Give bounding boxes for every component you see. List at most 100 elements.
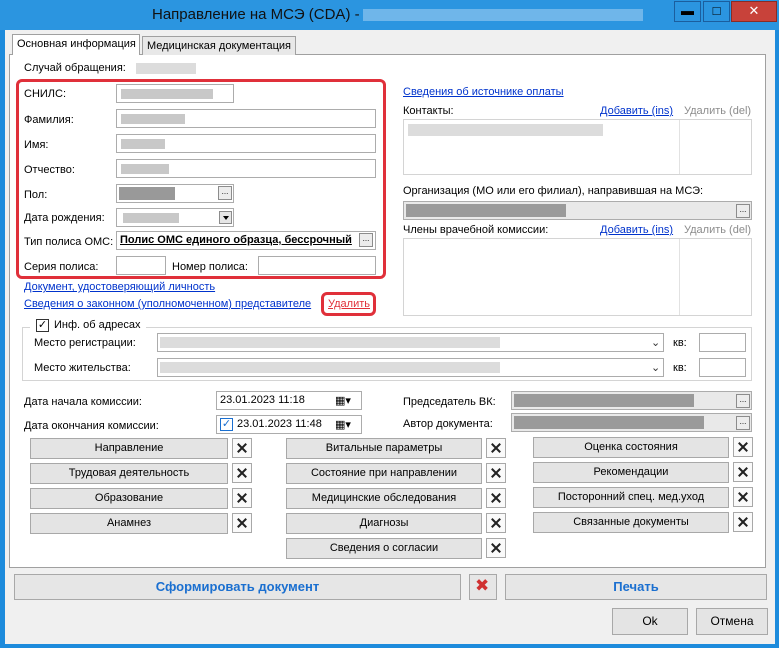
section-clear-examinations-icon[interactable] — [486, 488, 506, 508]
contacts-label: Контакты: — [403, 105, 454, 117]
section-clear-direction-icon[interactable] — [232, 438, 252, 458]
members-delete-link: Удалить (del) — [684, 224, 752, 236]
surname-field[interactable] — [116, 109, 376, 128]
commission-start-picker[interactable]: 23.01.2023 11:18 ▦▾ — [216, 391, 362, 410]
contacts-list[interactable] — [403, 119, 752, 175]
registration-label: Место регистрации: — [34, 337, 136, 349]
author-field[interactable]: ... — [511, 413, 752, 432]
section-button-direction[interactable]: Направление — [30, 438, 228, 459]
name-field[interactable] — [116, 134, 376, 153]
section-button-care[interactable]: Посторонний спец. мед.уход — [533, 487, 729, 508]
cancel-button[interactable]: Отмена — [696, 608, 768, 635]
contacts-delete-link: Удалить (del) — [684, 105, 752, 117]
residence-apt-label: кв: — [673, 362, 687, 374]
chairman-ellipsis-button[interactable]: ... — [736, 394, 750, 408]
address-checkbox[interactable]: ✓ — [36, 319, 49, 332]
section-button-condition[interactable]: Состояние при направлении — [286, 463, 482, 484]
policy-type-value: Полис ОМС единого образца, бессрочный — [120, 234, 352, 246]
birthdate-dropdown-icon[interactable] — [219, 211, 232, 224]
commission-end-picker[interactable]: ✓ 23.01.2023 11:48 ▦▾ — [216, 415, 362, 434]
section-clear-education-icon[interactable] — [232, 488, 252, 508]
generate-document-button[interactable]: Сформировать документ — [14, 574, 461, 600]
section-button-vitals[interactable]: Витальные параметры — [286, 438, 482, 459]
residence-apt-field[interactable] — [699, 358, 746, 377]
patronymic-field[interactable] — [116, 159, 376, 178]
sex-field[interactable]: ... — [116, 184, 234, 203]
section-clear-recommendations-icon[interactable] — [733, 462, 753, 482]
calendar-icon[interactable]: ▦▾ — [335, 394, 351, 407]
section-button-education[interactable]: Образование — [30, 488, 228, 509]
policy-type-label: Тип полиса ОМС: — [24, 236, 114, 248]
commission-members-list[interactable] — [403, 238, 752, 316]
section-clear-consent-icon[interactable] — [486, 538, 506, 558]
section-clear-vitals-icon[interactable] — [486, 438, 506, 458]
section-button-related-docs[interactable]: Связанные документы — [533, 512, 729, 533]
registration-apt-field[interactable] — [699, 333, 746, 352]
section-clear-employment-icon[interactable] — [232, 463, 252, 483]
print-button[interactable]: Печать — [505, 574, 767, 600]
section-button-diagnoses[interactable]: Диагнозы — [286, 513, 482, 534]
birthdate-field[interactable] — [116, 208, 234, 227]
policy-number-label: Номер полиса: — [172, 261, 248, 273]
snils-label: СНИЛС: — [24, 88, 67, 100]
sex-ellipsis-button[interactable]: ... — [218, 186, 232, 200]
section-clear-condition-icon[interactable] — [486, 463, 506, 483]
title-redacted — [363, 9, 643, 21]
delete-representative-link[interactable]: Удалить — [328, 298, 370, 310]
ok-button[interactable]: Ok — [612, 608, 688, 635]
policy-type-field[interactable]: Полис ОМС единого образца, бессрочный ..… — [116, 231, 376, 250]
case-label: Случай обращения: — [24, 62, 126, 74]
chairman-field[interactable]: ... — [511, 391, 752, 410]
commission-start-value: 23.01.2023 11:18 — [220, 394, 305, 406]
residence-label: Место жительства: — [34, 362, 131, 374]
calendar-icon[interactable]: ▦▾ — [335, 418, 351, 431]
red-x-icon: ✖ — [475, 576, 490, 595]
close-icon: ✕ — [748, 3, 760, 18]
section-clear-assessment-icon[interactable] — [733, 437, 753, 457]
policy-series-label: Серия полиса: — [24, 261, 99, 273]
tab-main-info[interactable]: Основная информация — [12, 34, 140, 55]
policy-number-field[interactable] — [258, 256, 376, 275]
identity-doc-link[interactable]: Документ, удостоверяющий личность — [24, 281, 215, 293]
organization-field[interactable]: ... — [403, 201, 752, 220]
registration-apt-label: кв: — [673, 337, 687, 349]
minimize-button[interactable]: ▬ — [674, 1, 701, 22]
policy-type-ellipsis-button[interactable]: ... — [359, 233, 373, 247]
registration-select[interactable]: ⌄ — [157, 333, 664, 352]
sex-label: Пол: — [24, 189, 48, 201]
tab-medical-docs[interactable]: Медицинская документация — [142, 36, 296, 55]
section-clear-care-icon[interactable] — [733, 487, 753, 507]
contacts-add-link[interactable]: Добавить (ins) — [600, 105, 673, 117]
members-add-link[interactable]: Добавить (ins) — [600, 224, 673, 236]
residence-select[interactable]: ⌄ — [157, 358, 664, 377]
section-button-recommendations[interactable]: Рекомендации — [533, 462, 729, 483]
residence-chevron-icon: ⌄ — [651, 362, 661, 374]
snils-field[interactable] — [116, 84, 234, 103]
window-title: Направление на МСЭ (CDA) - — [152, 6, 360, 23]
representative-link[interactable]: Сведения о законном (уполномоченном) пре… — [24, 298, 311, 310]
author-ellipsis-button[interactable]: ... — [736, 416, 750, 430]
payment-source-link[interactable]: Сведения об источнике оплаты — [403, 86, 564, 98]
organization-ellipsis-button[interactable]: ... — [736, 204, 750, 218]
address-checkbox-label: Инф. об адресах — [54, 319, 141, 331]
section-button-anamnesis[interactable]: Анамнез — [30, 513, 228, 534]
policy-series-field[interactable] — [116, 256, 166, 275]
commission-members-label: Члены врачебной комиссии: — [403, 224, 549, 236]
close-button[interactable]: ✕ — [731, 1, 777, 22]
section-button-employment[interactable]: Трудовая деятельность — [30, 463, 228, 484]
section-button-examinations[interactable]: Медицинские обследования — [286, 488, 482, 509]
name-label: Имя: — [24, 139, 49, 151]
section-button-assessment[interactable]: Оценка состояния — [533, 437, 729, 458]
section-clear-related-docs-icon[interactable] — [733, 512, 753, 532]
section-clear-diagnoses-icon[interactable] — [486, 513, 506, 533]
maximize-button[interactable]: □ — [703, 1, 730, 22]
organization-label: Организация (МО или его филиал), направи… — [403, 185, 704, 197]
registration-chevron-icon: ⌄ — [651, 337, 661, 349]
minimize-icon: ▬ — [681, 3, 694, 18]
commission-end-checkbox[interactable]: ✓ — [220, 418, 233, 431]
delete-document-button[interactable]: ✖ — [469, 574, 497, 600]
author-label: Автор документа: — [403, 418, 493, 430]
section-button-consent[interactable]: Сведения о согласии — [286, 538, 482, 559]
section-clear-anamnesis-icon[interactable] — [232, 513, 252, 533]
commission-end-label: Дата окончания комиссии: — [24, 420, 159, 432]
